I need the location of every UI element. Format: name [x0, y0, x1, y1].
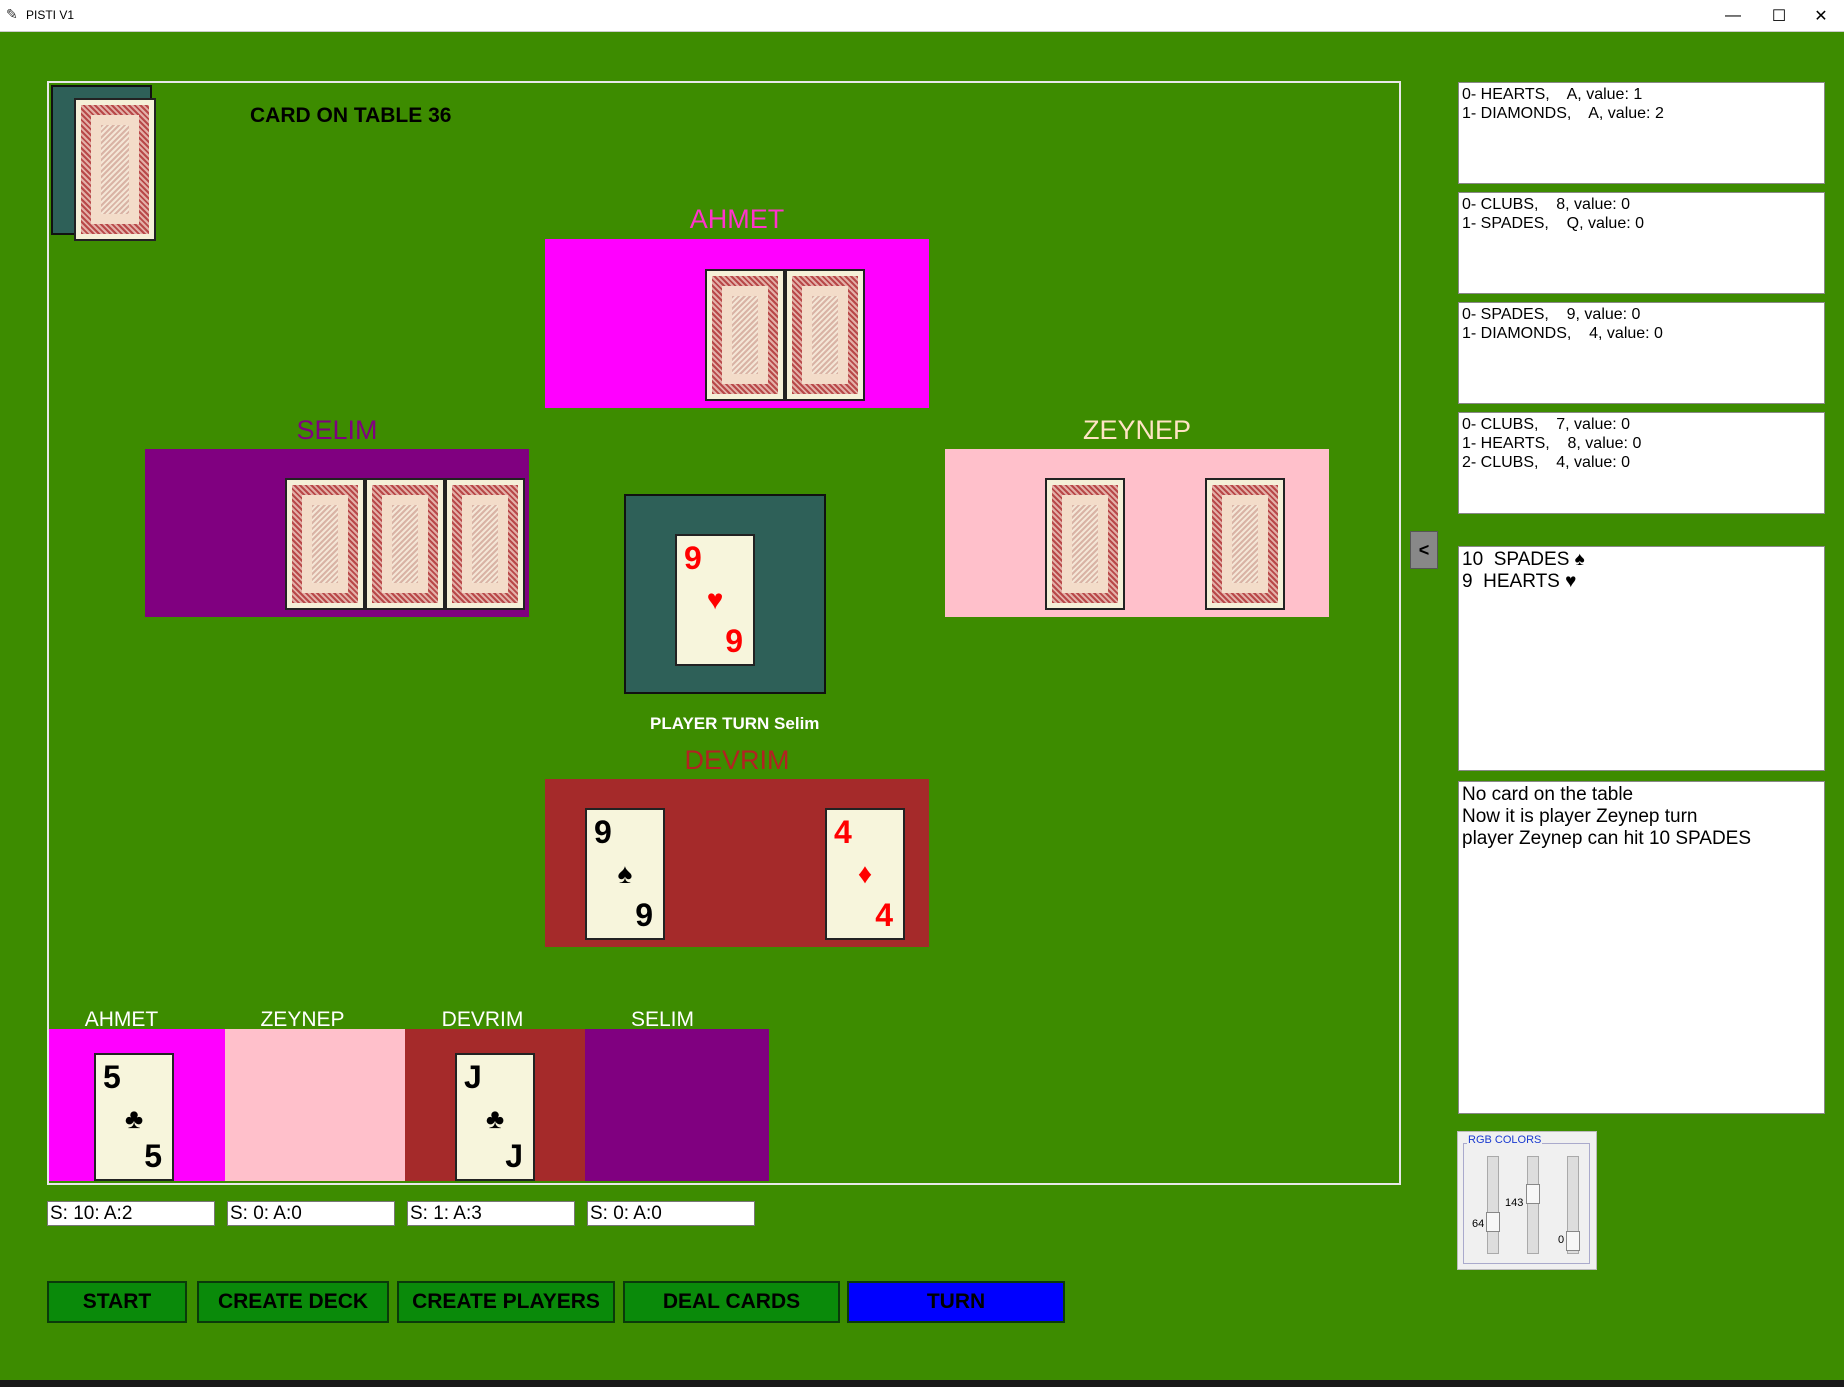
pile-log[interactable]: 10 SPADES ♠ 9 HEARTS ♥ — [1458, 546, 1825, 771]
taskbar-edge — [0, 1380, 1844, 1387]
start-button[interactable]: START — [47, 1281, 187, 1323]
devrim-card-1[interactable]: 9 ♠ 9 — [585, 808, 665, 940]
green-slider-value: 143 — [1505, 1197, 1524, 1209]
score-devrim: S: 1: A:3 — [407, 1201, 575, 1226]
hand-selim — [145, 449, 529, 617]
player-name-devrim: DEVRIM — [684, 745, 790, 775]
minimize-button[interactable]: — — [1710, 0, 1756, 31]
title-bar: ✎ PISTI V1 — ☐ ✕ — [0, 0, 1844, 32]
card-back — [1205, 478, 1285, 610]
card-back — [1045, 478, 1125, 610]
red-slider-thumb[interactable] — [1486, 1212, 1500, 1232]
score-selim: S: 0: A:0 — [587, 1201, 755, 1226]
tray-ahmet: 5 ♣ 5 — [49, 1029, 225, 1181]
card-back — [705, 269, 785, 401]
center-top-card: 9 ♥ 9 — [675, 534, 755, 666]
diamonds-suit-icon: ♦ — [857, 858, 873, 889]
tray-selim — [585, 1029, 769, 1181]
player-name-ahmet: AHMET — [689, 204, 785, 234]
rgb-colors-label: RGB COLORS — [1467, 1134, 1543, 1146]
app-feather-icon: ✎ — [6, 6, 18, 22]
card-back — [445, 478, 525, 610]
green-slider[interactable] — [1527, 1156, 1539, 1254]
tray-zeynep — [225, 1029, 405, 1181]
turn-button[interactable]: TURN — [847, 1281, 1065, 1323]
clubs-suit-icon: ♣ — [124, 1103, 144, 1134]
create-deck-button[interactable]: CREATE DECK — [197, 1281, 389, 1323]
red-slider-value: 64 — [1472, 1218, 1485, 1230]
message-log[interactable]: No card on the table Now it is player Ze… — [1458, 781, 1825, 1114]
card-back — [785, 269, 865, 401]
hand-log-3[interactable]: 0- SPADES, 9, value: 0 1- DIAMONDS, 4, v… — [1458, 302, 1825, 404]
score-ahmet: S: 10: A:2 — [47, 1201, 215, 1226]
devrim-card-2[interactable]: 4 ♦ 4 — [825, 808, 905, 940]
tray-card-devrim: J ♣ J — [455, 1053, 535, 1181]
hearts-suit-icon: ♥ — [706, 584, 724, 615]
card-back — [365, 478, 445, 610]
card-back — [285, 478, 365, 610]
tray-card-ahmet: 5 ♣ 5 — [94, 1053, 174, 1181]
deal-cards-button[interactable]: DEAL CARDS — [623, 1281, 840, 1323]
tray-devrim: J ♣ J — [405, 1029, 585, 1181]
green-slider-thumb[interactable] — [1526, 1184, 1540, 1204]
player-turn-label: PLAYER TURN Selim — [650, 714, 820, 733]
create-players-button[interactable]: CREATE PLAYERS — [397, 1281, 615, 1323]
hand-log-4[interactable]: 0- CLUBS, 7, value: 0 1- HEARTS, 8, valu… — [1458, 412, 1825, 514]
player-name-selim: SELIM — [296, 415, 378, 445]
maximize-button[interactable]: ☐ — [1756, 0, 1802, 31]
close-button[interactable]: ✕ — [1798, 0, 1844, 31]
player-name-zeynep: ZEYNEP — [1082, 415, 1192, 445]
clubs-suit-icon: ♣ — [485, 1103, 505, 1134]
card-on-table-count: CARD ON TABLE 36 — [250, 104, 452, 127]
hand-log-1[interactable]: 0- HEARTS, A, value: 1 1- DIAMONDS, A, v… — [1458, 82, 1825, 184]
score-zeynep: S: 0: A:0 — [227, 1201, 395, 1226]
window-title: PISTI V1 — [26, 8, 75, 22]
center-pile: 9 ♥ 9 — [624, 494, 826, 694]
hand-zeynep — [945, 449, 1329, 617]
blue-slider-thumb[interactable] — [1566, 1231, 1580, 1251]
collapse-button[interactable]: < — [1410, 531, 1438, 569]
hand-ahmet — [545, 239, 929, 408]
spades-suit-icon: ♠ — [617, 858, 633, 889]
hand-log-2[interactable]: 0- CLUBS, 8, value: 0 1- SPADES, Q, valu… — [1458, 192, 1825, 294]
red-slider[interactable] — [1487, 1156, 1499, 1254]
blue-slider-value: 0 — [1558, 1234, 1565, 1246]
deck-card-back[interactable] — [74, 98, 156, 241]
hand-devrim: 9 ♠ 9 4 ♦ 4 — [545, 779, 929, 947]
